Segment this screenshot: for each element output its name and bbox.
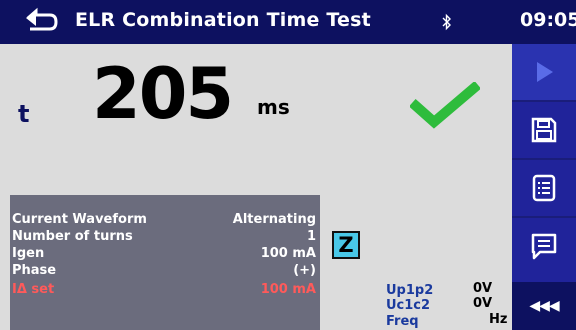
comment-icon	[531, 233, 557, 260]
reading-label: Freq	[386, 314, 419, 329]
result-list-button[interactable]	[512, 160, 576, 216]
save-icon	[531, 117, 557, 143]
play-icon	[537, 62, 553, 82]
param-row: Current Waveform Alternating	[10, 212, 320, 230]
back-button[interactable]	[22, 6, 62, 38]
param-value: (+)	[293, 263, 316, 278]
reading-label: Uc1c2	[386, 298, 431, 313]
reading-value: 0V	[473, 296, 493, 311]
header-bar: ELR Combination Time Test 09:05	[0, 0, 576, 44]
bluetooth-icon	[442, 13, 451, 31]
param-row: Phase (+)	[10, 263, 320, 281]
clock: 09:05	[520, 9, 576, 31]
pass-check-icon	[410, 82, 480, 129]
comment-button[interactable]	[512, 218, 576, 274]
main-panel: t 205 ms Current Waveform Alternating Nu…	[0, 44, 512, 330]
param-label: Current Waveform	[12, 212, 147, 227]
parameter-panel: Current Waveform Alternating Number of t…	[10, 195, 320, 330]
param-row-limit: IΔ set 100 mA	[10, 282, 320, 300]
param-label: Number of turns	[12, 229, 133, 244]
param-label: Phase	[12, 263, 57, 278]
back-arrow-icon	[26, 7, 58, 31]
param-value: 100 mA	[260, 246, 316, 261]
param-value: 1	[306, 229, 316, 244]
start-test-button[interactable]	[512, 44, 576, 100]
save-button[interactable]	[512, 102, 576, 158]
reading-value: Hz	[489, 312, 508, 327]
param-value: 100 mA	[260, 282, 316, 297]
list-icon	[532, 174, 556, 202]
param-label: IΔ set	[12, 282, 55, 297]
param-label: Igen	[12, 246, 45, 261]
sidebar: ◀◀◀	[512, 44, 576, 330]
reading-label: Up1p2	[386, 283, 434, 298]
page-title: ELR Combination Time Test	[75, 9, 371, 31]
result-unit: ms	[257, 95, 290, 119]
param-row: Igen 100 mA	[10, 246, 320, 264]
param-value: Alternating	[232, 212, 316, 227]
param-row: Number of turns 1	[10, 229, 320, 247]
more-options-button[interactable]: ◀◀◀	[512, 282, 576, 330]
result-value: 205	[92, 53, 234, 135]
result-label: t	[18, 100, 30, 128]
reading-value: 0V	[473, 281, 493, 296]
impedance-z-icon: Z	[332, 231, 360, 259]
